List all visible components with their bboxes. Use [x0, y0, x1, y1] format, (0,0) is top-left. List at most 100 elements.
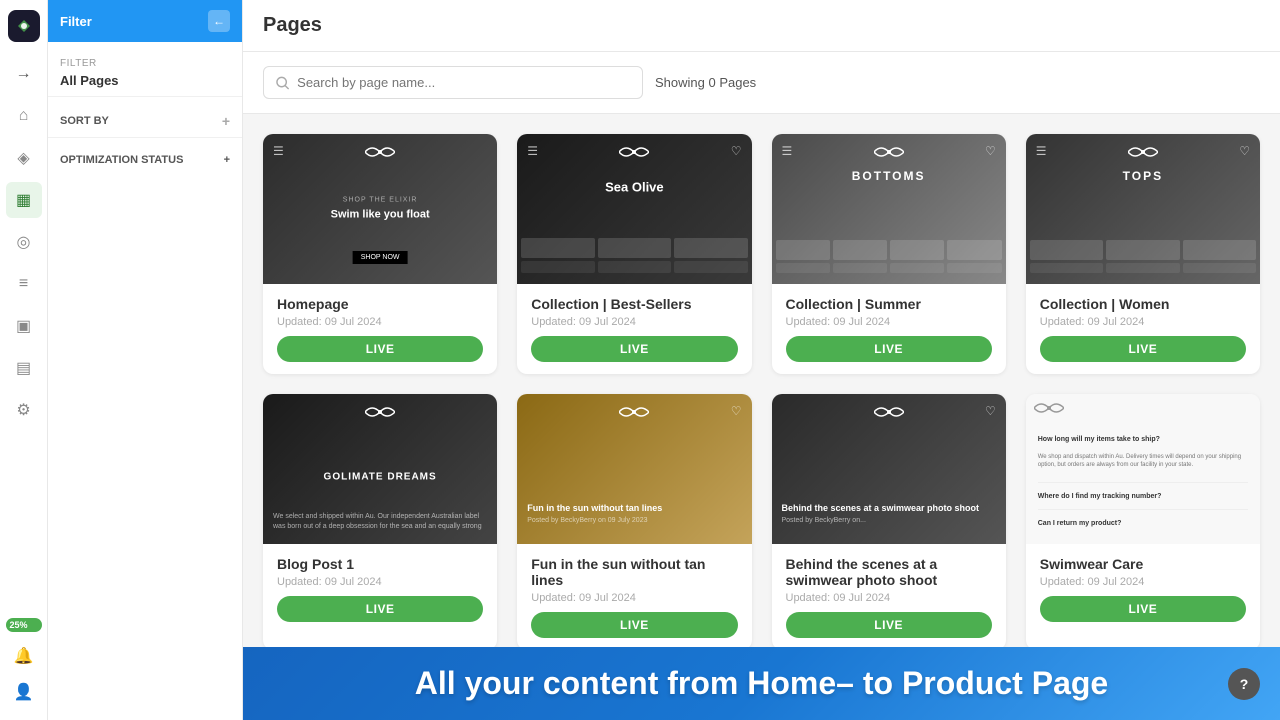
sort-add-icon[interactable]: + — [222, 113, 230, 129]
nav-list-icon[interactable]: ≡ — [6, 266, 42, 302]
card-updated-homepage: Updated: 09 Jul 2024 — [277, 316, 483, 328]
thumb-heart-blog2: ♡ — [731, 404, 742, 418]
live-btn-women[interactable]: LIVE — [1040, 336, 1246, 362]
search-box-container — [263, 66, 643, 99]
card-body-summer: Collection | Summer Updated: 09 Jul 2024… — [772, 284, 1006, 374]
thumb-heart-summer: ♡ — [985, 144, 996, 158]
thumb-label-bestsellers: Sea Olive — [605, 179, 664, 194]
card-thumb-bestsellers: Sea Olive ☰ ♡ — [517, 134, 751, 284]
optimization-section: OPTIMIZATION STATUS + — [48, 138, 242, 174]
thumb-label-blog1: GOLIMATE DREAMS — [286, 471, 473, 482]
card-thumb-blog3: Behind the scenes at a swimwear photo sh… — [772, 394, 1006, 544]
thumb-bow-blog3 — [874, 404, 904, 425]
cards-area: SHOP THE ELIXIR Swim like you float SHOP… — [243, 114, 1280, 720]
thumb-text-blog3: Behind the scenes at a swimwear photo sh… — [782, 503, 996, 524]
live-btn-summer[interactable]: LIVE — [786, 336, 992, 362]
card-updated-summer: Updated: 09 Jul 2024 — [786, 316, 992, 328]
thumb-bow-blog1 — [365, 404, 395, 425]
card-name-blog3: Behind the scenes at a swimwear photo sh… — [786, 556, 992, 588]
thumb-rows-women — [1030, 240, 1256, 276]
card-updated-blog3: Updated: 09 Jul 2024 — [786, 592, 992, 604]
card-name-bestsellers: Collection | Best-Sellers — [531, 296, 737, 312]
thumb-menu-homepage: ☰ — [273, 144, 284, 158]
nav-bell-icon[interactable]: 🔔 — [6, 638, 42, 674]
thumb-label-women: TOPS — [1123, 169, 1163, 183]
sort-section: SORT BY + — [48, 97, 242, 138]
card-updated-women: Updated: 09 Jul 2024 — [1040, 316, 1246, 328]
thumb-menu-women: ☰ — [1036, 144, 1047, 158]
nav-user-icon[interactable]: 👤 — [6, 674, 42, 710]
app-logo — [8, 10, 40, 42]
card-thumb-faq: How long will my items take to ship? We … — [1026, 394, 1260, 544]
card-name-women: Collection | Women — [1040, 296, 1246, 312]
thumb-text-blog2: Fun in the sun without tan lines Posted … — [527, 503, 741, 524]
card-women: TOPS ☰ ♡ — [1026, 134, 1260, 374]
thumb-bow-bestsellers — [619, 144, 649, 165]
card-faq: How long will my items take to ship? We … — [1026, 394, 1260, 650]
page-title: Pages — [263, 14, 322, 37]
search-input[interactable] — [297, 75, 630, 90]
filter-back-icon[interactable]: ← — [208, 10, 230, 32]
filter-all-pages: All Pages — [60, 73, 230, 88]
nav-calendar-icon[interactable]: ▤ — [6, 350, 42, 386]
thumb-bow-summer — [874, 144, 904, 165]
nav-arrow-icon[interactable]: → — [6, 56, 42, 92]
card-name-blog2: Fun in the sun without tan lines — [531, 556, 737, 588]
card-body-women: Collection | Women Updated: 09 Jul 2024 … — [1026, 284, 1260, 374]
thumb-bow-homepage — [365, 144, 395, 165]
live-btn-blog2[interactable]: LIVE — [531, 612, 737, 638]
opt-status-label: OPTIMIZATION STATUS — [60, 154, 183, 166]
card-bestsellers: Sea Olive ☰ ♡ — [517, 134, 751, 374]
thumb-rows-summer — [776, 240, 1002, 276]
card-name-summer: Collection | Summer — [786, 296, 992, 312]
filter-header[interactable]: Filter ← — [48, 0, 242, 42]
card-body-blog3: Behind the scenes at a swimwear photo sh… — [772, 544, 1006, 650]
search-row: Showing 0 Pages — [243, 52, 1280, 114]
card-blog2: Fun in the sun without tan lines Posted … — [517, 394, 751, 650]
filter-label: Filter — [60, 14, 92, 29]
opt-add-icon[interactable]: + — [224, 154, 230, 166]
nav-home-icon[interactable]: ⌂ — [6, 98, 42, 134]
thumb-menu-bestsellers: ☰ — [527, 144, 538, 158]
filter-section: FILTER All Pages — [48, 42, 242, 97]
card-body-faq: Swimwear Care Updated: 09 Jul 2024 LIVE — [1026, 544, 1260, 634]
live-btn-blog1[interactable]: LIVE — [277, 596, 483, 622]
card-thumb-summer: BOTTOMS — [772, 134, 1006, 284]
card-body-homepage: Homepage Updated: 09 Jul 2024 LIVE — [263, 284, 497, 374]
card-updated-blog2: Updated: 09 Jul 2024 — [531, 592, 737, 604]
help-button[interactable]: ? — [1228, 668, 1260, 700]
main-content: Pages Showing 0 Pages SHOP THE ELIXIR — [243, 0, 1280, 720]
thumb-faq-content: How long will my items take to ship? We … — [1026, 424, 1260, 539]
thumb-menu-summer: ☰ — [782, 144, 793, 158]
live-btn-bestsellers[interactable]: LIVE — [531, 336, 737, 362]
banner-text: All your content from Home– to Product P… — [415, 665, 1108, 702]
card-thumb-blog1: GOLIMATE DREAMS We select and shipped wi… — [263, 394, 497, 544]
nav-target-icon[interactable]: ◎ — [6, 224, 42, 260]
bottom-banner: All your content from Home– to Product P… — [243, 647, 1280, 720]
thumb-heart-bestsellers: ♡ — [731, 144, 742, 158]
live-btn-faq[interactable]: LIVE — [1040, 596, 1246, 622]
filter-section-label: FILTER — [60, 58, 230, 69]
card-blog1: GOLIMATE DREAMS We select and shipped wi… — [263, 394, 497, 650]
nav-image-icon[interactable]: ▣ — [6, 308, 42, 344]
search-icon — [276, 76, 289, 90]
sort-by-label: SORT BY — [60, 115, 109, 127]
card-summer: BOTTOMS — [772, 134, 1006, 374]
card-updated-bestsellers: Updated: 09 Jul 2024 — [531, 316, 737, 328]
thumb-cta-homepage: SHOP NOW — [353, 251, 408, 264]
card-body-bestsellers: Collection | Best-Sellers Updated: 09 Ju… — [517, 284, 751, 374]
live-btn-homepage[interactable]: LIVE — [277, 336, 483, 362]
showing-pages-text: Showing 0 Pages — [655, 75, 756, 90]
live-btn-blog3[interactable]: LIVE — [786, 612, 992, 638]
top-bar: Pages — [243, 0, 1280, 52]
nav-tag-icon[interactable]: ◈ — [6, 140, 42, 176]
card-homepage: SHOP THE ELIXIR Swim like you float SHOP… — [263, 134, 497, 374]
card-updated-blog1: Updated: 09 Jul 2024 — [277, 576, 483, 588]
thumb-rows-bestsellers — [521, 238, 747, 276]
card-updated-faq: Updated: 09 Jul 2024 — [1040, 576, 1246, 588]
thumb-label-homepage: SHOP THE ELIXIR Swim like you float — [331, 195, 430, 222]
nav-grid-icon[interactable]: ▦ — [6, 182, 42, 218]
filter-sidebar: Filter ← FILTER All Pages SORT BY + OPTI… — [48, 0, 243, 720]
card-body-blog1: Blog Post 1 Updated: 09 Jul 2024 LIVE — [263, 544, 497, 634]
nav-gear-icon[interactable]: ⚙ — [6, 392, 42, 428]
